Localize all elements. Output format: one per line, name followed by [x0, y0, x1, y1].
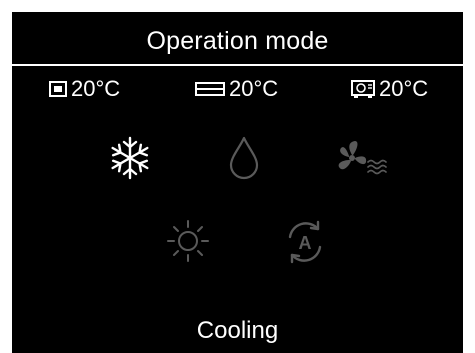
dry-mode-button[interactable] [224, 134, 264, 182]
ceiling-temperature: 20°C [195, 76, 278, 102]
indoor-temperature-value: 20°C [71, 76, 121, 101]
auto-mode-icon: A [288, 220, 322, 264]
current-mode-label: Cooling [196, 317, 279, 344]
fan-mode-button[interactable] [334, 136, 390, 180]
outdoor-temperature-value: 20°C [379, 76, 429, 101]
svg-text:A: A [299, 233, 312, 253]
water-drop-icon [229, 136, 259, 180]
ceiling-temperature-value: 20°C [229, 76, 279, 101]
snowflake-icon [111, 136, 149, 180]
cooling-mode-button[interactable] [106, 134, 154, 182]
operation-mode-screen: Operation mode 20°C 20°C 20°C A Cooling [12, 12, 463, 353]
outdoor-temperature: 20°C [351, 76, 428, 102]
sun-icon [167, 220, 209, 262]
outdoor-unit-icon [351, 80, 375, 98]
page-title: Operation mode [146, 27, 329, 55]
heating-mode-button[interactable] [164, 217, 212, 265]
fan-icon [338, 141, 387, 175]
ceiling-unit-icon [195, 82, 225, 96]
auto-mode-button[interactable]: A [280, 217, 330, 267]
indoor-unit-icon [49, 81, 67, 97]
indoor-temperature: 20°C [49, 76, 120, 102]
title-divider [12, 64, 463, 66]
